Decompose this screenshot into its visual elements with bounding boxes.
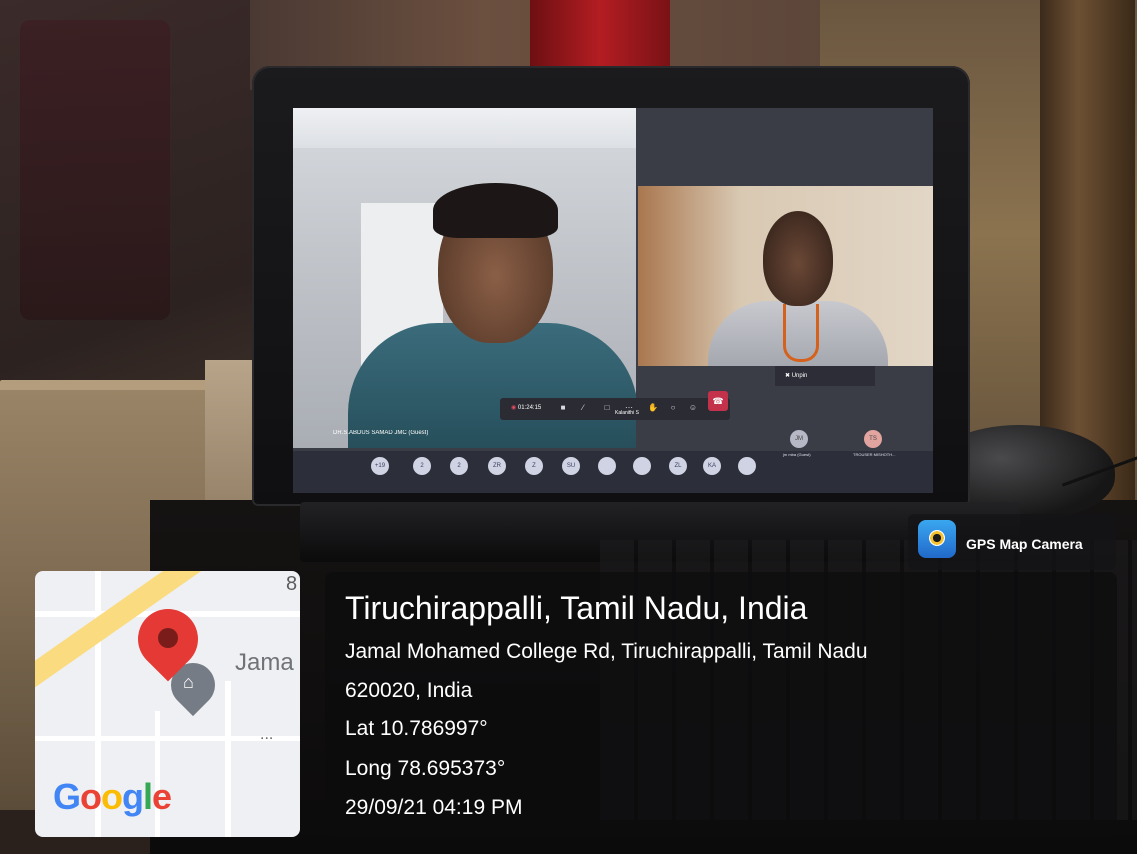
chair-back bbox=[20, 20, 170, 320]
map-more-label: ... bbox=[260, 726, 274, 743]
ceiling bbox=[293, 108, 636, 148]
camera-lens-icon bbox=[929, 530, 945, 546]
google-letter: o bbox=[80, 776, 102, 817]
avatar[interactable] bbox=[598, 457, 616, 475]
avatar[interactable] bbox=[633, 457, 651, 475]
avatar[interactable]: SU bbox=[562, 457, 580, 475]
share-screen-icon[interactable]: □ bbox=[601, 402, 613, 414]
google-logo: Google bbox=[53, 776, 172, 818]
gps-app-name: GPS Map Camera bbox=[966, 536, 1083, 552]
latitude: Lat 10.786997° bbox=[345, 717, 488, 740]
map-thumbnail: 8 Jama ⌂ ... Google bbox=[35, 571, 300, 837]
participants-icon[interactable]: ☺ bbox=[687, 402, 699, 414]
avatar[interactable]: TS bbox=[864, 430, 882, 448]
avatar[interactable]: +19 bbox=[371, 457, 389, 475]
laptop-screen: DR.S.ABDUS SAMAD JMC (Guest) ✖ Unpin ◉ 0… bbox=[293, 108, 933, 493]
google-letter: g bbox=[122, 776, 144, 817]
main-tile-name: DR.S.ABDUS SAMAD JMC (Guest) bbox=[333, 430, 429, 436]
location-title: Tiruchirappalli, Tamil Nadu, India bbox=[345, 590, 808, 626]
video-tile-side bbox=[638, 186, 933, 366]
google-letter: G bbox=[53, 776, 81, 817]
camera-icon[interactable]: ■ bbox=[557, 402, 569, 414]
map-street bbox=[155, 711, 160, 837]
avatar[interactable]: 2 bbox=[413, 457, 431, 475]
mic-off-icon[interactable]: ∕ bbox=[577, 402, 589, 414]
google-letter: e bbox=[152, 776, 172, 817]
call-timer-text: 01:24:15 bbox=[517, 405, 542, 411]
timestamp: 29/09/21 04:19 PM bbox=[345, 796, 523, 819]
avatar[interactable]: KA bbox=[703, 457, 721, 475]
record-icon: ◉ bbox=[511, 405, 518, 411]
lanyard bbox=[783, 304, 819, 362]
door-frame bbox=[1040, 0, 1135, 500]
unpin-label: Unpin bbox=[791, 373, 808, 379]
pin-icon: ✖ bbox=[785, 373, 792, 379]
participant-name: TROUSER MISHOTH... bbox=[853, 452, 896, 457]
map-road-number: 8 bbox=[286, 573, 298, 595]
google-letter: l bbox=[143, 776, 153, 817]
address-line-1: Jamal Mohamed College Rd, Tiruchirappall… bbox=[345, 640, 868, 663]
photo-scene: lenovo DR.S.ABDUS SAMAD JMC (Guest) ✖ Un… bbox=[0, 0, 1137, 854]
avatar[interactable]: JM bbox=[790, 430, 808, 448]
chat-icon[interactable]: ○ bbox=[667, 402, 679, 414]
raise-hand-icon[interactable]: ✋ bbox=[647, 402, 659, 414]
unpin-button[interactable]: ✖ Unpin bbox=[775, 366, 875, 386]
call-timer: ◉ 01:24:15 bbox=[511, 404, 541, 411]
avatar[interactable]: Z bbox=[525, 457, 543, 475]
avatar[interactable] bbox=[738, 457, 756, 475]
map-place-label: Jama bbox=[235, 649, 294, 676]
avatar[interactable]: ZR bbox=[488, 457, 506, 475]
avatar[interactable]: 2 bbox=[450, 457, 468, 475]
avatar[interactable]: ZL bbox=[669, 457, 687, 475]
hang-up-button[interactable]: ☎ bbox=[708, 391, 728, 411]
video-tile-main: DR.S.ABDUS SAMAD JMC (Guest) bbox=[293, 108, 636, 448]
main-speaker-hair bbox=[433, 183, 558, 238]
red-curtain bbox=[530, 0, 670, 70]
graduation-cap-icon: ⌂ bbox=[183, 672, 194, 692]
address-line-2: 620020, India bbox=[345, 679, 473, 702]
second-tile-name: Kalanithi S bbox=[615, 410, 639, 416]
google-letter: o bbox=[101, 776, 123, 817]
participant-name: jm mba (Guest) bbox=[783, 452, 811, 457]
longitude: Long 78.695373° bbox=[345, 757, 506, 780]
map-street bbox=[225, 681, 231, 837]
side-participant-head bbox=[763, 211, 833, 306]
location-pin-center bbox=[158, 628, 178, 648]
